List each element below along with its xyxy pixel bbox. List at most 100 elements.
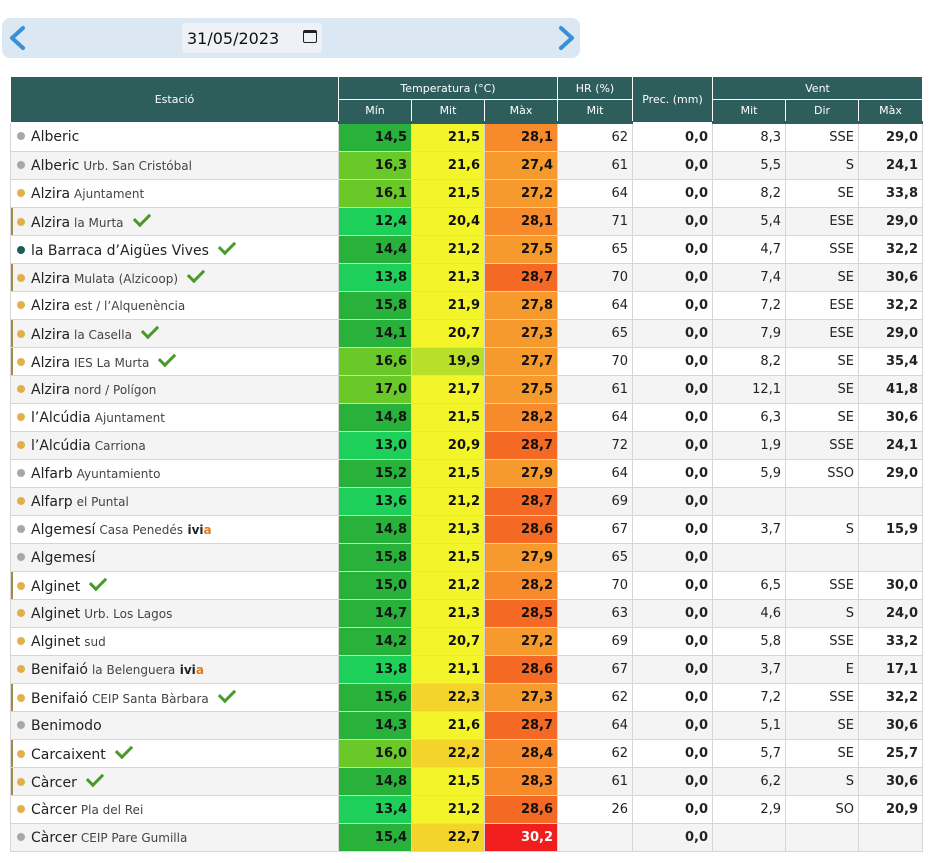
temp-mit-cell: 20,9	[411, 431, 485, 460]
station-cell[interactable]: Benifaió la Belenguera ivia	[10, 655, 339, 684]
station-name[interactable]: Càrcer	[31, 830, 77, 846]
station-name[interactable]: Alzira	[31, 298, 70, 314]
status-dot-icon	[17, 217, 25, 226]
table-row[interactable]: Càrcer CEIP Pare Gumilla 15,4 22,7 30,2 0,0	[10, 823, 924, 852]
table-row[interactable]: Càrcer 14,8 21,5 28,3 61 0,0 6,2 S 30,6	[10, 767, 924, 796]
station-name[interactable]: Alginet	[31, 606, 80, 622]
hr-cell	[557, 823, 634, 852]
chevron-right-icon[interactable]	[552, 24, 580, 52]
table-row[interactable]: Alzira la Murta 12,4 20,4 28,1 71 0,0 5,4 ESE 29,…	[10, 207, 924, 236]
station-cell[interactable]: Càrcer CEIP Pare Gumilla	[10, 823, 339, 852]
header-wind: Vent	[712, 76, 924, 100]
table-row[interactable]: Algemesí Casa Penedés ivia 14,8 21,3 28,6 67 0…	[10, 515, 924, 544]
station-name[interactable]: Alzira	[31, 215, 70, 231]
station-name[interactable]: Càrcer	[31, 802, 77, 818]
station-cell[interactable]: Alginet Urb. Los Lagos	[10, 599, 339, 628]
date-input[interactable]: 31/05/2023	[182, 23, 322, 53]
table-row[interactable]: Alzira la Casella 14,1 20,7 27,3 65 0,0 7,9 ESE 2…	[10, 319, 924, 348]
table-row[interactable]: Alzira Mulata (Alzicoop) 13,8 21,3 28,7 70 0,0…	[10, 263, 924, 292]
hr-cell: 70	[557, 263, 634, 292]
temp-min-cell: 16,1	[338, 179, 412, 208]
station-name[interactable]: la Barraca d’Aigües Vives	[31, 243, 209, 259]
station-cell[interactable]: Càrcer Pla del Rei	[10, 795, 339, 824]
status-dot-icon	[17, 496, 25, 505]
station-name[interactable]: Alzira	[31, 355, 70, 371]
check-icon	[186, 264, 206, 283]
station-cell[interactable]: l’Alcúdia Ajuntament	[10, 403, 339, 432]
station-cell[interactable]: Algemesí Casa Penedés ivia	[10, 515, 339, 544]
table-row[interactable]: Alzira IES La Murta 16,6 19,9 27,7 70 0,0 8,2 SE…	[10, 347, 924, 376]
wind-max-cell: 24,0	[858, 599, 924, 628]
table-row[interactable]: Alzira nord / Polígon 17,0 21,7 27,5 61 0,0 12,…	[10, 375, 924, 404]
station-name[interactable]: Alzira	[31, 382, 70, 398]
station-cell[interactable]: Carcaixent	[10, 739, 339, 768]
station-name[interactable]: Carcaixent	[31, 747, 106, 763]
station-name[interactable]: Alzira	[31, 327, 70, 343]
table-row[interactable]: Alfarb Ayuntamiento 15,2 21,5 27,9 64 0,0 5,9 SS…	[10, 459, 924, 488]
station-cell[interactable]: Alzira IES La Murta	[10, 347, 339, 376]
station-cell[interactable]: la Barraca d’Aigües Vives	[10, 235, 339, 264]
station-cell[interactable]: Alzira Mulata (Alzicoop)	[10, 263, 339, 292]
station-cell[interactable]: Alfarp el Puntal	[10, 487, 339, 516]
wind-max-cell: 33,2	[858, 627, 924, 656]
prec-cell: 0,0	[632, 739, 714, 768]
table-row[interactable]: Benimodo 14,3 21,6 28,7 64 0,0 5,1 SE 30,6	[10, 711, 924, 740]
table-row[interactable]: Alginet Urb. Los Lagos 14,7 21,3 28,5 63 0,0 4,…	[10, 599, 924, 628]
station-cell[interactable]: Alberic Urb. San Cristóbal	[10, 151, 339, 180]
status-dot-icon	[17, 412, 25, 421]
table-row[interactable]: Alzira Ajuntament 16,1 21,5 27,2 64 0,0 8,2 SE 33…	[10, 179, 924, 208]
hr-cell: 61	[557, 767, 634, 796]
station-name[interactable]: Benimodo	[31, 718, 102, 734]
hr-cell: 26	[557, 795, 634, 824]
station-cell[interactable]: Alfarb Ayuntamiento	[10, 459, 339, 488]
table-row[interactable]: Algemesí 15,8 21,5 27,9 65 0,0	[10, 543, 924, 572]
table-row[interactable]: l’Alcúdia Ajuntament 14,8 21,5 28,2 64 0,0 6,3 S…	[10, 403, 924, 432]
station-subname: IES La Murta	[74, 355, 150, 370]
chevron-left-icon[interactable]	[4, 24, 32, 52]
station-name[interactable]: Càrcer	[31, 775, 77, 791]
table-row[interactable]: la Barraca d’Aigües Vives 14,4 21,2 27,5 65 0…	[10, 235, 924, 264]
station-cell[interactable]: Alzira nord / Polígon	[10, 375, 339, 404]
station-name[interactable]: l’Alcúdia	[31, 410, 91, 426]
station-name[interactable]: Algemesí	[31, 550, 95, 566]
station-cell[interactable]: Càrcer	[10, 767, 339, 796]
station-cell[interactable]: Alzira la Murta	[10, 207, 339, 236]
station-name[interactable]: Alfarb	[31, 466, 73, 482]
station-name[interactable]: Alberic	[31, 158, 79, 174]
calendar-icon[interactable]	[303, 30, 317, 43]
station-name[interactable]: Alfarp	[31, 494, 73, 510]
table-row[interactable]: Benifaió la Belenguera ivia 13,8 21,1 28,6 67…	[10, 655, 924, 684]
table-row[interactable]: Alzira est / l’Alquenència 15,8 21,9 27,8 64 0…	[10, 291, 924, 320]
table-row[interactable]: Alberic 14,5 21,5 28,1 62 0,0 8,3 SSE 29,0	[10, 122, 924, 152]
station-name[interactable]: Alberic	[31, 129, 79, 145]
table-row[interactable]: Càrcer Pla del Rei 13,4 21,2 28,6 26 0,0 2,9 SO 2…	[10, 795, 924, 824]
station-cell[interactable]: Alberic	[10, 122, 339, 152]
status-dot-icon	[17, 245, 25, 254]
table-row[interactable]: Alginet sud 14,2 20,7 27,2 69 0,0 5,8 SSE 33,2	[10, 627, 924, 656]
station-name[interactable]: Alginet	[31, 634, 80, 650]
station-cell[interactable]: l’Alcúdia Carriona	[10, 431, 339, 460]
table-row[interactable]: Alginet 15,0 21,2 28,2 70 0,0 6,5 SSE 30,0	[10, 571, 924, 600]
prec-cell: 0,0	[632, 319, 714, 348]
station-cell[interactable]: Alzira est / l’Alquenència	[10, 291, 339, 320]
station-name[interactable]: Alzira	[31, 271, 70, 287]
station-name[interactable]: Algemesí	[31, 522, 95, 538]
table-row[interactable]: Benifaió CEIP Santa Bàrbara 15,6 22,3 27,3 62…	[10, 683, 924, 712]
station-name[interactable]: Benifaió	[31, 691, 88, 707]
station-cell[interactable]: Alginet	[10, 571, 339, 600]
station-name[interactable]: Alginet	[31, 579, 80, 595]
temp-max-cell: 28,4	[483, 739, 559, 768]
station-cell[interactable]: Alzira Ajuntament	[10, 179, 339, 208]
station-cell[interactable]: Alzira la Casella	[10, 319, 339, 348]
station-cell[interactable]: Alginet sud	[10, 627, 339, 656]
station-name[interactable]: Alzira	[31, 186, 70, 202]
station-name[interactable]: Benifaió	[31, 662, 88, 678]
table-row[interactable]: Carcaixent 16,0 22,2 28,4 62 0,0 5,7 SE 25,7	[10, 739, 924, 768]
station-cell[interactable]: Algemesí	[10, 543, 339, 572]
table-row[interactable]: Alfarp el Puntal 13,6 21,2 28,7 69 0,0	[10, 487, 924, 516]
station-cell[interactable]: Benifaió CEIP Santa Bàrbara	[10, 683, 339, 712]
station-cell[interactable]: Benimodo	[10, 711, 339, 740]
table-row[interactable]: l’Alcúdia Carriona 13,0 20,9 28,7 72 0,0 1,9 SSE…	[10, 431, 924, 460]
table-row[interactable]: Alberic Urb. San Cristóbal 16,3 21,6 27,4 61 0…	[10, 151, 924, 180]
station-name[interactable]: l’Alcúdia	[31, 438, 91, 454]
